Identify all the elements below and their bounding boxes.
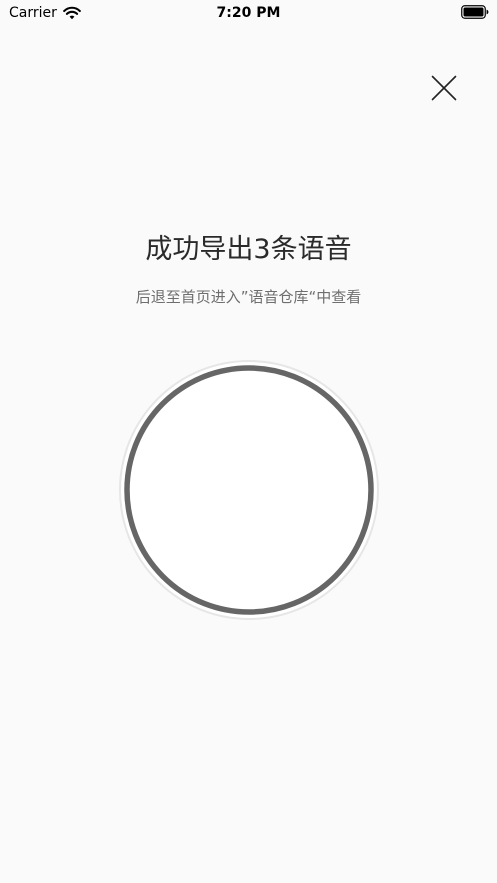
status-time: 7:20 PM <box>216 5 281 21</box>
record-button[interactable] <box>118 359 380 621</box>
record-ring-icon <box>119 360 379 620</box>
status-bar: Carrier 7:20 PM <box>0 0 497 26</box>
success-screen: Carrier 7:20 PM 成功导出3条语音 后退至首页进入”语音仓库“中查… <box>0 0 497 883</box>
close-button[interactable] <box>422 66 466 110</box>
page-subtitle: 后退至首页进入”语音仓库“中查看 <box>135 288 362 306</box>
battery-icon <box>461 5 489 19</box>
page-title: 成功导出3条语音 <box>145 234 352 265</box>
close-icon <box>431 75 457 101</box>
